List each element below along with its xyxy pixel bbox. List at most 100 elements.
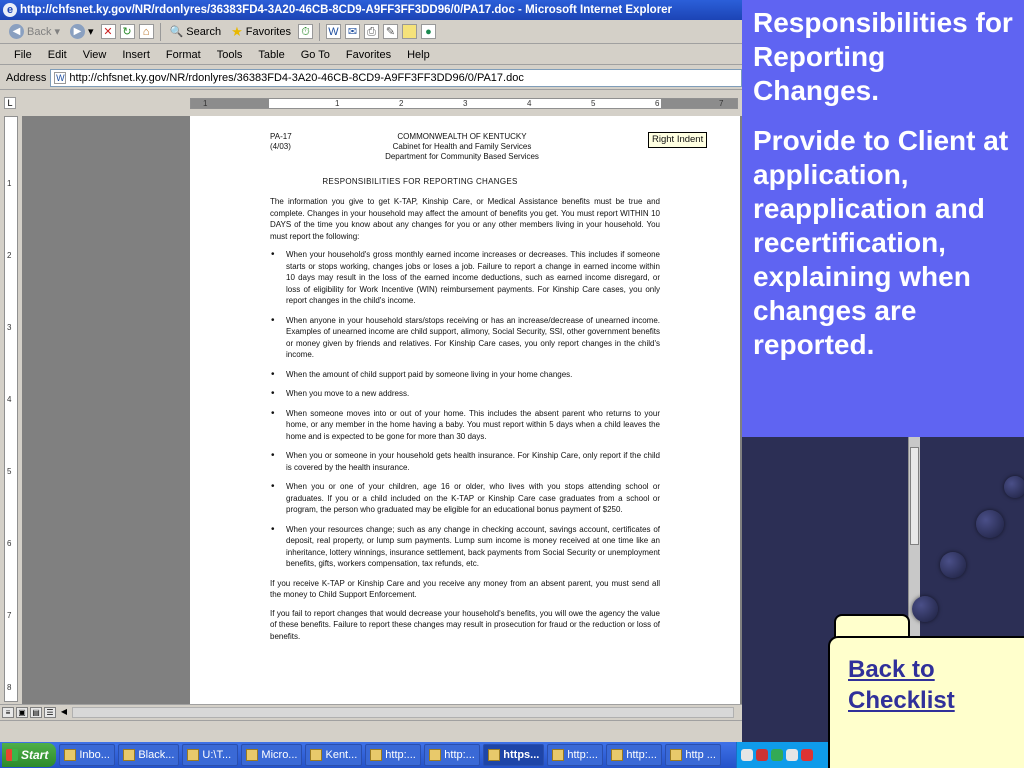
window-title: http://chfsnet.ky.gov/NR/rdonlyres/36383…	[20, 4, 673, 16]
history-icon[interactable]: ⏱	[298, 24, 313, 39]
taskbar: Start Inbo... Black... U:\T... Micro... …	[0, 742, 828, 768]
ie-icon	[488, 749, 501, 761]
messenger-icon[interactable]: ●	[421, 24, 436, 39]
ruler-tick: 2	[7, 251, 12, 260]
mail-icon[interactable]: ✉	[345, 24, 360, 39]
app-icon	[123, 749, 136, 761]
task-button[interactable]: Black...	[118, 744, 180, 766]
chevron-down-icon: ▾	[54, 26, 60, 38]
document-icon: W	[54, 71, 67, 84]
menu-format[interactable]: Format	[166, 49, 201, 61]
decorative-bead	[1004, 476, 1024, 498]
favorites-button[interactable]: ★ Favorites	[228, 22, 294, 42]
list-item: When anyone in your household stars/stop…	[270, 315, 660, 361]
tray-icon[interactable]	[786, 749, 798, 761]
start-button[interactable]: Start	[2, 743, 57, 767]
folder-icon	[187, 749, 200, 761]
back-to-checklist-folder: Back to Checklist	[828, 614, 1024, 768]
print-icon[interactable]: ⎙	[364, 24, 379, 39]
menu-tools[interactable]: Tools	[217, 49, 243, 61]
agency-line: Department for Community Based Services	[385, 152, 539, 161]
window-titlebar[interactable]: e http://chfsnet.ky.gov/NR/rdonlyres/363…	[0, 0, 742, 20]
home-icon[interactable]: ⌂	[138, 24, 154, 39]
standard-toolbar: ◀ Back ▾ ▶ ▾ ✕ ↻ ⌂ 🔍 Search ★ Favorites …	[0, 20, 742, 44]
menu-file[interactable]: File	[14, 49, 32, 61]
ie-icon	[370, 749, 383, 761]
search-button[interactable]: 🔍 Search	[167, 22, 225, 42]
address-input[interactable]: W http://chfsnet.ky.gov/NR/rdonlyres/363…	[50, 68, 742, 87]
ruler-tick: 7	[719, 99, 724, 108]
app-icon	[310, 749, 323, 761]
right-indent-tooltip: Right Indent	[648, 132, 708, 148]
ruler-tick: 4	[7, 395, 12, 404]
address-bar: Address W http://chfsnet.ky.gov/NR/rdonl…	[0, 66, 742, 90]
web-layout-icon[interactable]: ▣	[16, 707, 28, 718]
task-button[interactable]: U:\T...	[182, 744, 239, 766]
ruler-tick: 6	[655, 99, 660, 108]
task-button-active[interactable]: https...	[483, 744, 545, 766]
scroll-thumb[interactable]	[72, 707, 734, 718]
back-to-checklist-link[interactable]: Back to Checklist	[848, 654, 955, 716]
ruler-tick: 3	[7, 323, 12, 332]
star-icon: ★	[231, 23, 243, 39]
horizontal-ruler[interactable]: 1 1 2 3 4 5 6 7	[190, 98, 738, 109]
horizontal-scrollbar[interactable]: ≡ ▣ ▤ ☰ ◀	[0, 704, 742, 720]
stop-icon[interactable]: ✕	[100, 24, 116, 39]
browser-window: e http://chfsnet.ky.gov/NR/rdonlyres/363…	[0, 0, 742, 742]
tray-icon[interactable]	[801, 749, 813, 761]
menu-favorites[interactable]: Favorites	[346, 49, 391, 61]
menu-help[interactable]: Help	[407, 49, 430, 61]
toolbar-separator	[159, 22, 161, 41]
forward-button[interactable]: ▶ ▾	[67, 22, 97, 42]
tray-icon[interactable]	[771, 749, 783, 761]
task-button[interactable]: http:...	[606, 744, 663, 766]
vertical-ruler[interactable]: 1 2 3 4 5 6 7 8	[4, 116, 18, 702]
menu-edit[interactable]: Edit	[48, 49, 67, 61]
outline-view-icon[interactable]: ☰	[44, 707, 56, 718]
ruler-tick: 8	[7, 683, 12, 692]
back-button[interactable]: ◀ Back ▾	[6, 22, 63, 42]
ie-icon	[670, 749, 683, 761]
normal-view-icon[interactable]: ≡	[2, 707, 14, 718]
scroll-left-icon[interactable]: ◀	[58, 707, 70, 718]
document-body: The information you give to get K-TAP, K…	[270, 196, 660, 649]
decorative-bead	[940, 552, 966, 578]
task-button[interactable]: Inbo...	[59, 744, 116, 766]
ruler-tick: 7	[7, 611, 12, 620]
ie-icon	[429, 749, 442, 761]
decorative-bead	[976, 510, 1004, 538]
scroll-thumb[interactable]	[910, 447, 919, 545]
menu-table[interactable]: Table	[258, 49, 284, 61]
tray-icon[interactable]	[741, 749, 753, 761]
menu-bar: File Edit View Insert Format Tools Table…	[0, 45, 742, 65]
ie-logo-icon: e	[3, 3, 17, 17]
refresh-icon[interactable]: ↻	[119, 24, 135, 39]
task-button[interactable]: Kent...	[305, 744, 363, 766]
edit-icon[interactable]: ✎	[383, 24, 398, 39]
menu-view[interactable]: View	[83, 49, 107, 61]
agency-line: Cabinet for Health and Family Services	[392, 142, 532, 151]
form-id: PA-17	[270, 132, 292, 141]
tab-selector-icon[interactable]: L	[4, 97, 16, 109]
task-button[interactable]: http ...	[665, 744, 722, 766]
menu-go-to[interactable]: Go To	[301, 49, 330, 61]
list-item: When your resources change; such as any …	[270, 524, 660, 570]
child-support-paragraph: If you receive K-TAP or Kinship Care and…	[270, 578, 660, 600]
task-button[interactable]: http:...	[424, 744, 481, 766]
back-arrow-icon: ◀	[9, 24, 24, 39]
menu-insert[interactable]: Insert	[122, 49, 150, 61]
slide-text-panel: Responsibilities for Reporting Changes. …	[742, 0, 1024, 437]
system-tray	[736, 742, 828, 768]
document-page[interactable]: PA-17 (4/03) COMMONWEALTH OF KENTUCKY Ca…	[190, 116, 740, 704]
word-edit-icon[interactable]: W	[326, 24, 341, 39]
address-url: http://chfsnet.ky.gov/NR/rdonlyres/36383…	[69, 71, 524, 84]
note-icon[interactable]	[402, 24, 417, 39]
toolbar-separator	[319, 22, 320, 41]
task-button[interactable]: http:...	[547, 744, 604, 766]
tray-icon[interactable]	[756, 749, 768, 761]
app-icon	[246, 749, 259, 761]
task-button[interactable]: http:...	[365, 744, 422, 766]
chevron-down-icon: ▾	[88, 26, 94, 38]
task-button[interactable]: Micro...	[241, 744, 303, 766]
print-layout-icon[interactable]: ▤	[30, 707, 42, 718]
